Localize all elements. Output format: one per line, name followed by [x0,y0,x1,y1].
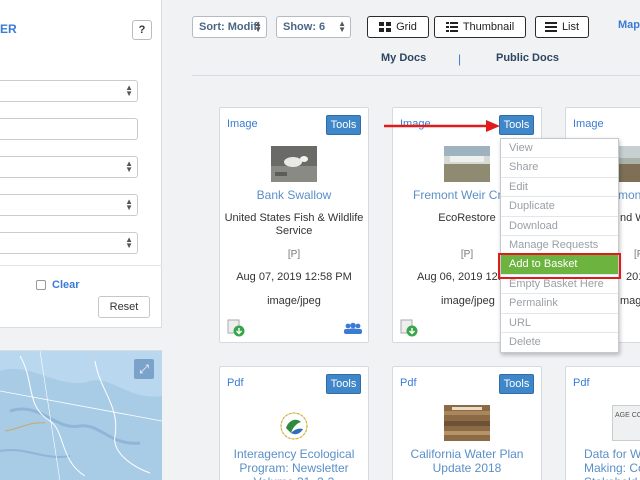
menu-item-duplicate[interactable]: Duplicate [501,197,618,217]
menu-item-permalink[interactable]: Permalink [501,294,618,314]
doc-card[interactable]: Pdf Tools California Water Plan Update 2… [392,366,542,480]
show-select[interactable]: Show: 6 ▲ ▼ [276,16,351,38]
filter-input-1[interactable] [0,118,138,140]
tools-button[interactable]: Tools [499,374,534,394]
card-title-link[interactable]: Bank Swallow [224,188,364,202]
help-button[interactable]: ? [132,20,152,40]
menu-item-share[interactable]: Share [501,158,618,178]
card-type-label: Pdf [400,377,417,389]
filter-select-4[interactable]: ▲ ▼ [0,232,138,254]
card-thumbnail[interactable] [271,146,317,182]
list-icon [544,22,557,32]
card-date: 201 [626,271,640,283]
doc-card[interactable]: Image Tools Bank Swallow United States F… [219,107,369,343]
card-type-label: Pdf [227,377,244,389]
thumbnail-icon [445,22,458,32]
list-view-button[interactable]: List [535,16,589,38]
card-flag: [P] [287,249,301,260]
menu-item-delete[interactable]: Delete [501,333,618,352]
filter-divider [0,265,162,266]
grid-icon [379,22,392,32]
filter-select-1[interactable]: ▲ ▼ [0,80,138,102]
card-type-label: Image [227,118,258,130]
menu-item-download[interactable]: Download [501,217,618,236]
clear-control: Clear [36,279,80,291]
card-mime-type: mage [620,295,640,307]
download-icon[interactable] [400,319,418,337]
tools-button[interactable]: Tools [499,115,534,135]
grid-view-button[interactable]: Grid [367,16,429,38]
tools-button[interactable]: Tools [326,374,361,394]
select-arrows-icon: ▲ ▼ [125,197,133,212]
card-thumbnail[interactable]: AGE CO [612,405,640,441]
list-view-label: List [561,21,580,33]
toolbar-divider [192,75,640,76]
card-title-link[interactable]: California Water Plan Update 2018 [397,447,537,475]
reset-button[interactable]: Reset [98,296,150,318]
expand-map-icon[interactable]: ⤢ [134,359,154,379]
card-title-link[interactable]: mont [618,188,640,202]
show-select-value: Show: 6 [283,21,326,33]
doc-card[interactable]: Pdf AGE CO Data for Wa Making: Cor Stake… [565,366,640,480]
card-title-link[interactable]: Interagency Ecological Program: Newslett… [224,447,364,480]
select-arrows-icon: ▲ ▼ [125,235,133,250]
select-arrows-icon: ▲ ▼ [254,19,262,34]
filter-panel: ER ? ▲ ▼ ▲ ▼ ▲ ▼ ▲ ▼ Clear Reset [0,0,162,328]
tab-my-docs[interactable]: My Docs [381,52,426,64]
card-date: Aug 07, 2019 12:58 PM [236,271,352,283]
sort-select-value: Sort: Modifi [199,21,261,33]
tools-button[interactable]: Tools [326,115,361,135]
card-owner: United States Fish & Wildlife Service [224,212,364,237]
select-arrows-icon: ▲ ▼ [125,159,133,174]
card-thumbnail[interactable] [444,405,490,441]
clear-link[interactable]: Clear [52,279,80,291]
download-icon[interactable] [227,319,245,337]
thumbnail-view-label: Thumbnail [462,21,515,33]
filter-panel-title: ER [0,22,17,36]
tab-separator: | [458,52,462,66]
select-arrows-icon: ▲ ▼ [125,83,133,98]
annotation-highlight-box [498,253,621,279]
grid-view-label: Grid [396,21,417,33]
card-flag: [F [634,249,640,260]
card-type-label: Image [573,118,604,130]
thumbnail-view-button[interactable]: Thumbnail [434,16,526,38]
map-view-link[interactable]: Map [618,19,640,31]
thumbnail-text: AGE CO [615,412,640,419]
select-arrows-icon: ▲ ▼ [338,19,346,34]
sort-select[interactable]: Sort: Modifi ▲ ▼ [192,16,267,38]
tools-dropdown-menu: View Share Edit Duplicate Download Manag… [500,138,619,354]
annotation-arrow-icon [384,120,500,132]
tab-public-docs[interactable]: Public Docs [496,52,559,64]
clear-checkbox[interactable] [36,280,46,290]
card-title-link[interactable]: Data for Wa Making: Cor Stakehold [584,447,640,480]
card-type-label: Pdf [573,377,590,389]
menu-item-view[interactable]: View [501,139,618,159]
filter-select-2[interactable]: ▲ ▼ [0,156,138,178]
group-icon [344,322,362,334]
card-owner: nd W [620,212,640,224]
menu-item-edit[interactable]: Edit [501,178,618,198]
card-thumbnail[interactable] [279,411,309,441]
card-mime-type: image/jpeg [267,295,321,307]
filter-select-3[interactable]: ▲ ▼ [0,194,138,216]
menu-item-url[interactable]: URL [501,314,618,333]
doc-card[interactable]: Pdf Tools Interagency Ecological Program… [219,366,369,480]
card-thumbnail[interactable] [444,146,490,182]
map-view[interactable]: ⤢ [0,350,162,480]
